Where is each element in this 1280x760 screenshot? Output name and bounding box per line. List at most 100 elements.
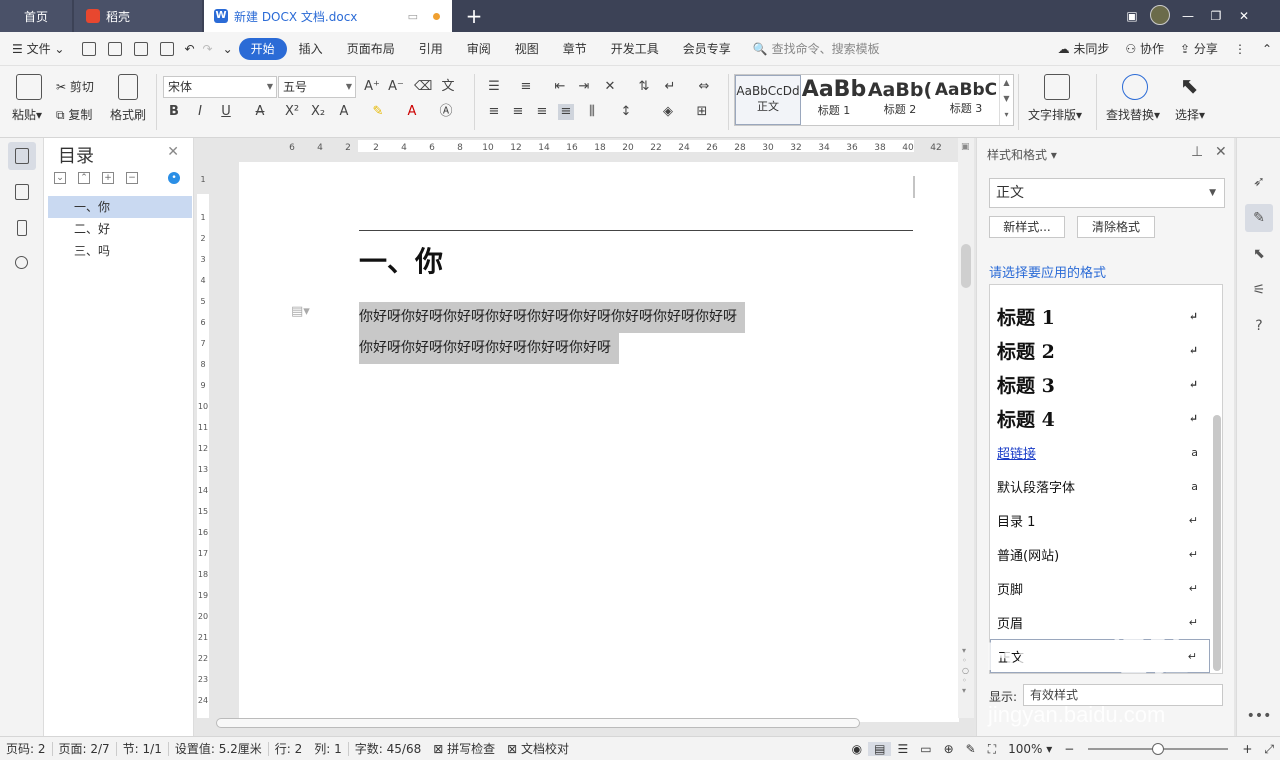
- zoom-in-icon[interactable]: +: [1236, 742, 1258, 756]
- monitor-icon[interactable]: ▭: [408, 10, 418, 23]
- collapse-ribbon-icon[interactable]: ⌃: [1254, 38, 1280, 60]
- style-list-item[interactable]: 标题 4 ↵: [990, 401, 1210, 435]
- collapse-all-icon[interactable]: −: [126, 172, 138, 184]
- zoom-slider-knob[interactable]: [1152, 743, 1165, 755]
- horizontal-ruler[interactable]: 6 4 2 2 4 6 8 10 12 14 16 18 20 22 24 26 28 30 32 34 36 38 40 4…: [212, 138, 968, 154]
- style-list-item[interactable]: 标题 3 ↵: [990, 367, 1210, 401]
- copy-button[interactable]: ⧉ 复制: [56, 106, 92, 123]
- vertical-scrollbar[interactable]: ▣ ▾ ◦ ○ ◦ ▾: [958, 138, 974, 718]
- bold-icon[interactable]: B: [166, 104, 182, 120]
- text-layout-icon[interactable]: [1044, 74, 1070, 100]
- borders-icon[interactable]: ⊞: [694, 104, 710, 120]
- smart-toc-icon[interactable]: •: [168, 172, 180, 184]
- share-button[interactable]: ⇪ 分享: [1172, 38, 1226, 60]
- tab-home[interactable]: 首页: [0, 0, 72, 32]
- quick-access-dropdown-icon[interactable]: ⌄: [217, 38, 239, 60]
- fullscreen-icon[interactable]: ⤢: [1258, 742, 1280, 757]
- collab-button[interactable]: ⚇ 协作: [1117, 38, 1172, 60]
- tab-stops-icon[interactable]: ⇔: [696, 79, 712, 95]
- horizontal-scrollbar[interactable]: [214, 716, 964, 730]
- style-list-item[interactable]: 标题 2 ↵: [990, 333, 1210, 367]
- format-painter-icon[interactable]: [118, 74, 138, 100]
- zoom-out-icon[interactable]: −: [1058, 742, 1080, 756]
- web-view-icon[interactable]: ⊕: [938, 742, 960, 756]
- clear-format-eraser-icon[interactable]: ⌫: [414, 79, 432, 95]
- bullet-list-icon[interactable]: ☰: [486, 79, 502, 95]
- strikethrough-icon[interactable]: A: [252, 104, 268, 120]
- tab-member[interactable]: 会员专享: [671, 38, 743, 60]
- page-nav-icon[interactable]: ▾ ◦ ○ ◦ ▾: [962, 646, 969, 696]
- chinese-layout-icon[interactable]: ✕: [602, 79, 618, 95]
- style-gallery-scroll[interactable]: ▲ ▼ ▾: [999, 75, 1013, 125]
- document-heading[interactable]: 一、你: [359, 240, 443, 280]
- phonetic-guide-icon[interactable]: 文: [440, 79, 456, 95]
- superscript-icon[interactable]: X²: [284, 104, 300, 120]
- file-menu[interactable]: ☰ 文件 ⌄: [0, 38, 76, 60]
- toc-item[interactable]: 一、你: [48, 196, 192, 218]
- scrollbar-thumb[interactable]: [961, 244, 971, 288]
- style-list-item[interactable]: 普通(网站) ↵: [990, 537, 1210, 571]
- panel-toggle-icon[interactable]: ▣: [961, 142, 970, 152]
- minimize-icon[interactable]: —: [1174, 9, 1202, 23]
- fit-page-icon[interactable]: ⛶: [982, 742, 1002, 757]
- print-icon[interactable]: [134, 41, 149, 56]
- search-panel-button[interactable]: [8, 250, 36, 278]
- more-dots-icon[interactable]: •••: [1245, 702, 1273, 730]
- page-view-icon[interactable]: ▤: [868, 742, 892, 756]
- style-list-item[interactable]: 标题 1 ↵: [990, 299, 1210, 333]
- find-replace-icon[interactable]: [1122, 74, 1148, 100]
- tab-review[interactable]: 审阅: [455, 38, 503, 60]
- paste-button[interactable]: 粘贴▾: [12, 106, 42, 123]
- reading-view-icon[interactable]: ▭: [914, 742, 937, 756]
- tab-references[interactable]: 引用: [407, 38, 455, 60]
- style-heading-1[interactable]: AaBb 标题 1: [801, 75, 867, 125]
- tab-start[interactable]: 开始: [238, 37, 287, 60]
- eye-protection-icon[interactable]: ◉: [846, 742, 868, 756]
- style-list-item[interactable]: 页脚 ↵: [990, 571, 1210, 605]
- zoom-slider[interactable]: [1088, 743, 1229, 755]
- status-word-count[interactable]: 字数: 45/68: [349, 740, 427, 757]
- cursor-select-icon[interactable]: ⬉: [1180, 74, 1198, 99]
- chapter-nav-button[interactable]: [8, 178, 36, 206]
- style-heading-2[interactable]: AaBb( 标题 2: [867, 75, 933, 125]
- font-name-select[interactable]: 宋体 ▼: [163, 76, 277, 98]
- selected-text-line[interactable]: 你好呀你好呀你好呀你好呀你好呀你好呀: [359, 333, 619, 364]
- expand-down-icon[interactable]: ⌄: [54, 172, 66, 184]
- align-left-icon[interactable]: ≡: [486, 104, 502, 120]
- cursor-icon[interactable]: ⬉: [1245, 240, 1273, 268]
- command-search[interactable]: 🔍 查找命令、搜索模板: [753, 40, 880, 57]
- distributed-icon[interactable]: ⫼: [584, 104, 600, 120]
- align-center-icon[interactable]: ≡: [510, 104, 526, 120]
- pin-icon[interactable]: ⊥: [1191, 144, 1203, 160]
- help-icon[interactable]: ?: [1245, 312, 1273, 340]
- status-pages[interactable]: 页面: 2/7: [53, 740, 116, 757]
- font-size-select[interactable]: 五号 ▼: [278, 76, 356, 98]
- text-layout-button[interactable]: 文字排版▾: [1028, 106, 1082, 123]
- document-page[interactable]: 一、你 ▤▾ 你好呀你好呀你好呀你好呀你好呀你好呀你好呀你好呀你好呀 你好呀你好…: [239, 162, 959, 722]
- status-setting-value[interactable]: 设置值: 5.2厘米: [169, 740, 268, 757]
- window-layout-icon[interactable]: ▣: [1118, 9, 1146, 23]
- style-list-item[interactable]: 超链接 a: [990, 435, 1210, 469]
- expand-all-icon[interactable]: +: [102, 172, 114, 184]
- shrink-font-icon[interactable]: A⁻: [388, 79, 404, 95]
- collapse-up-icon[interactable]: ⌃: [78, 172, 90, 184]
- style-list-item[interactable]: 目录 1 ↵: [990, 503, 1210, 537]
- restore-icon[interactable]: ❐: [1202, 9, 1230, 23]
- find-replace-button[interactable]: 查找替换▾: [1106, 106, 1160, 123]
- user-avatar-button[interactable]: [1146, 4, 1174, 28]
- redo-icon[interactable]: ↷: [199, 38, 217, 60]
- font-color-icon[interactable]: A: [404, 104, 420, 120]
- tab-daoke[interactable]: 稻壳: [74, 0, 202, 32]
- close-icon[interactable]: ✕: [1230, 9, 1258, 23]
- char-border-icon[interactable]: Ⓐ: [438, 104, 454, 120]
- numbered-list-icon[interactable]: ≡: [518, 79, 534, 95]
- paste-icon[interactable]: [16, 74, 42, 100]
- tab-chapter[interactable]: 章节: [551, 38, 599, 60]
- toc-item[interactable]: 三、吗: [48, 240, 192, 262]
- write-mode-icon[interactable]: ✎: [960, 742, 982, 756]
- select-button[interactable]: 选择▾: [1175, 106, 1205, 123]
- style-heading-3[interactable]: AaBbC 标题 3: [933, 75, 999, 125]
- toc-panel-button[interactable]: [8, 142, 36, 170]
- more-icon[interactable]: ⋮: [1226, 38, 1254, 60]
- adjust-sliders-icon[interactable]: ⚟: [1245, 276, 1273, 304]
